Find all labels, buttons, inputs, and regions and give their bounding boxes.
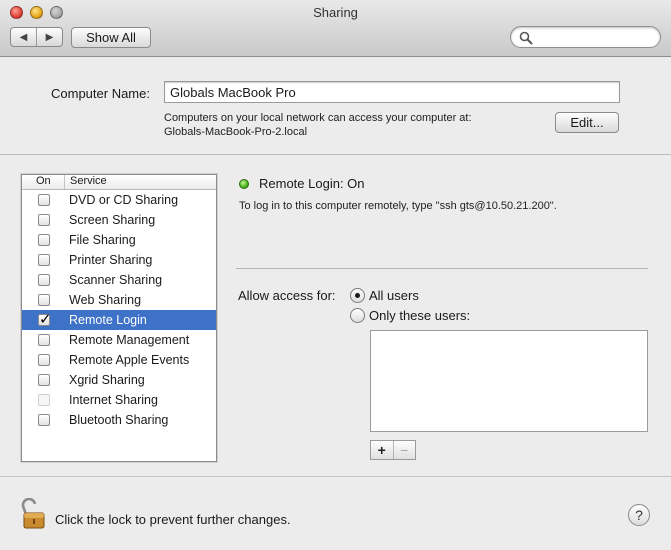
service-checkbox [38, 394, 50, 406]
forward-arrow-icon[interactable]: ▶ [36, 28, 62, 46]
remove-user-button[interactable]: − [392, 441, 416, 459]
service-checkbox[interactable] [38, 254, 50, 266]
network-address-info: Computers on your local network can acce… [164, 111, 472, 139]
service-checkbox[interactable] [38, 354, 50, 366]
detail-divider [236, 268, 648, 269]
all-users-label[interactable]: All users [369, 288, 419, 303]
service-name: Xgrid Sharing [69, 373, 145, 387]
all-users-radio[interactable] [350, 288, 365, 303]
computer-name-label: Computer Name: [51, 86, 150, 101]
service-list: On Service DVD or CD Sharing Screen Shari… [21, 174, 217, 462]
service-rows: DVD or CD Sharing Screen Sharing File Shar… [22, 190, 216, 430]
service-checkbox[interactable] [38, 194, 50, 206]
only-these-users-label[interactable]: Only these users: [369, 308, 470, 323]
service-row[interactable]: Web Sharing [22, 290, 216, 310]
service-row[interactable]: Xgrid Sharing [22, 370, 216, 390]
local-hostname: Globals-MacBook-Pro-2.local [164, 126, 308, 138]
edit-button[interactable]: Edit... [555, 112, 619, 133]
service-name: Remote Login [69, 313, 147, 327]
help-button[interactable]: ? [628, 504, 650, 526]
user-list-controls: + − [370, 440, 416, 460]
service-row[interactable]: Remote Apple Events [22, 350, 216, 370]
service-checkbox[interactable] [38, 214, 50, 226]
service-checkbox[interactable] [38, 414, 50, 426]
service-row[interactable]: Bluetooth Sharing [22, 410, 216, 430]
service-checkbox[interactable] [38, 374, 50, 386]
service-name: Remote Management [69, 333, 190, 347]
show-all-button[interactable]: Show All [71, 27, 151, 48]
remote-login-instructions: To log in to this computer remotely, typ… [239, 200, 557, 212]
service-name: Web Sharing [69, 293, 142, 307]
service-row[interactable]: Internet Sharing [22, 390, 216, 410]
add-user-button[interactable]: + [371, 441, 393, 459]
computer-name-field[interactable]: Globals MacBook Pro [164, 81, 620, 103]
status-indicator-icon [239, 179, 249, 189]
unlocked-padlock-icon[interactable] [21, 498, 47, 530]
back-forward-control: ◀ ▶ [10, 27, 63, 47]
service-name: Bluetooth Sharing [69, 413, 169, 427]
service-name: Screen Sharing [69, 213, 156, 227]
column-header-on[interactable]: On [22, 175, 65, 189]
service-checkbox[interactable] [38, 274, 50, 286]
window-title: Sharing [313, 5, 358, 20]
footer-divider [0, 476, 671, 477]
service-row[interactable]: Scanner Sharing [22, 270, 216, 290]
lock-status-text: Click the lock to prevent further change… [55, 512, 291, 527]
service-row[interactable]: Remote Login [22, 310, 216, 330]
section-divider [0, 154, 671, 155]
service-row[interactable]: Screen Sharing [22, 210, 216, 230]
service-name: DVD or CD Sharing [69, 193, 179, 207]
network-info-text: Computers on your local network can acce… [164, 112, 472, 124]
service-row[interactable]: File Sharing [22, 230, 216, 250]
service-name: File Sharing [69, 233, 136, 247]
service-row[interactable]: Printer Sharing [22, 250, 216, 270]
search-field[interactable] [510, 26, 661, 48]
back-arrow-icon[interactable]: ◀ [11, 28, 36, 46]
search-icon [519, 31, 533, 45]
service-checkbox[interactable] [38, 294, 50, 306]
column-header-service[interactable]: Service [65, 175, 107, 189]
service-name: Scanner Sharing [69, 273, 163, 287]
service-name: Internet Sharing [69, 393, 158, 407]
allowed-users-list[interactable] [370, 330, 648, 432]
service-list-header: On Service [22, 175, 216, 190]
service-checkbox[interactable] [38, 334, 50, 346]
service-status: Remote Login: On [259, 176, 365, 191]
service-checkbox[interactable] [38, 310, 52, 328]
service-name: Printer Sharing [69, 253, 153, 267]
service-row[interactable]: DVD or CD Sharing [22, 190, 216, 210]
window-toolbar: Sharing ◀ ▶ Show All [0, 0, 671, 57]
service-row[interactable]: Remote Management [22, 330, 216, 350]
service-name: Remote Apple Events [69, 353, 190, 367]
service-checkbox[interactable] [38, 234, 50, 246]
allow-access-label: Allow access for: [238, 288, 336, 303]
only-these-users-radio[interactable] [350, 308, 365, 323]
